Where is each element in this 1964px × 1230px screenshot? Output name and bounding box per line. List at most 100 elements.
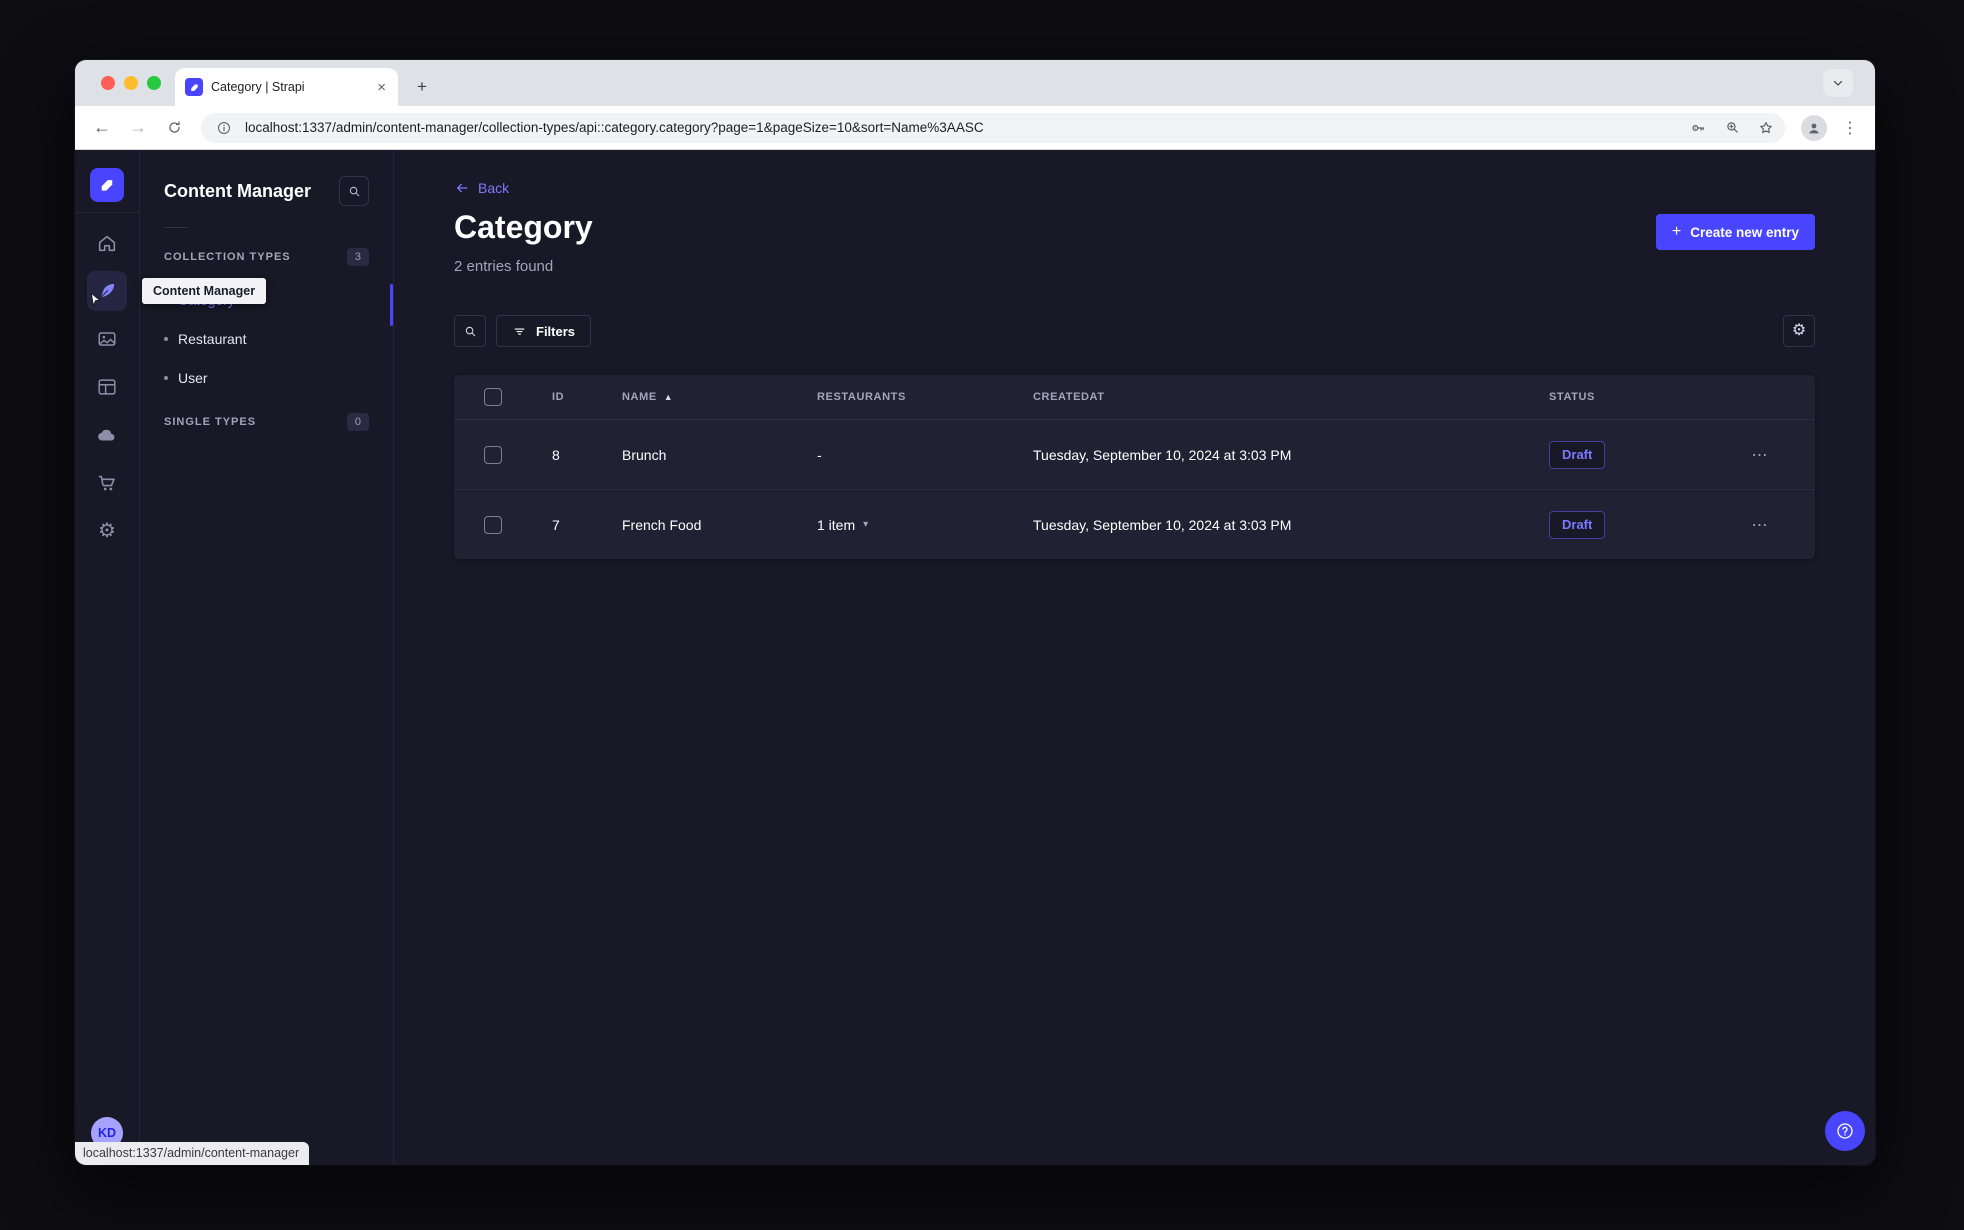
browser-menu-button[interactable]: ⋮ [1837, 118, 1863, 138]
column-header-createdat[interactable]: CREATEDAT [1013, 391, 1529, 403]
strapi-app: ⚙ KD Content Manager COLLECTION TYPES 3 [75, 150, 1875, 1165]
gear-icon: ⚙ [98, 520, 116, 542]
arrow-left-icon [457, 183, 468, 193]
strapi-logo[interactable] [90, 168, 124, 202]
nav-cloud-button[interactable] [87, 415, 127, 455]
row-actions-button[interactable]: ⋯ [1705, 515, 1815, 535]
back-label: Back [478, 180, 510, 196]
nav-marketplace-button[interactable] [87, 463, 127, 503]
tab-title: Category | Strapi [211, 80, 305, 94]
table-row[interactable]: 8 Brunch - Tuesday, September 10, 2024 a… [454, 419, 1815, 489]
help-button[interactable] [1825, 1111, 1865, 1151]
nav-tooltip: Content Manager [142, 278, 267, 304]
tab-strip: Category | Strapi × + [75, 60, 1875, 106]
cell-createdat: Tuesday, September 10, 2024 at 3:03 PM [1033, 516, 1292, 533]
zoom-window-button[interactable] [147, 76, 161, 90]
home-icon [98, 235, 116, 252]
url-bar[interactable]: localhost:1337/admin/content-manager/col… [201, 112, 1785, 143]
tab-search-button[interactable] [1823, 69, 1853, 97]
reload-icon [168, 121, 180, 133]
gear-icon: ⚙ [1791, 322, 1807, 339]
entries-table: ID NAME ▲ RESTAURANTS CREATEDAT STATUS 8… [454, 375, 1815, 559]
nav-home-button[interactable] [87, 223, 127, 263]
sidebar-item-restaurant[interactable]: Restaurant [164, 319, 369, 358]
sort-ascending-icon: ▲ [663, 392, 674, 402]
row-checkbox[interactable] [484, 515, 502, 534]
plus-icon: + [1671, 223, 1682, 240]
search-icon [349, 186, 359, 196]
nav-media-library-button[interactable] [87, 319, 127, 359]
url-text[interactable]: localhost:1337/admin/content-manager/col… [245, 120, 1677, 135]
bullet-icon [164, 375, 168, 380]
entries-count: 2 entries found [454, 258, 554, 275]
new-tab-button[interactable]: + [408, 73, 436, 101]
subnav-search-button[interactable] [339, 176, 369, 206]
content-type-builder-icon [98, 379, 116, 395]
select-all-checkbox[interactable] [484, 388, 502, 406]
sidebar-item-user[interactable]: User [164, 358, 369, 397]
sidebar-item-label: Restaurant [178, 330, 247, 347]
create-new-entry-label: Create new entry [1690, 224, 1799, 240]
table-action-bar: Filters ⚙ [454, 315, 1815, 347]
back-button[interactable]: ← [87, 113, 117, 143]
site-info-icon[interactable] [211, 115, 237, 141]
cell-id: 7 [552, 516, 560, 533]
profile-icon [1809, 123, 1819, 133]
question-mark-icon [1837, 1123, 1853, 1139]
browser-toolbar: ← → localhost:1337/admin/content-manager… [75, 106, 1875, 150]
zoom-page-icon[interactable] [1719, 115, 1745, 141]
close-window-button[interactable] [101, 76, 115, 90]
password-manager-icon[interactable] [1685, 115, 1711, 141]
collection-types-label: COLLECTION TYPES [164, 251, 291, 263]
back-link[interactable]: Back [454, 180, 1815, 196]
create-new-entry-button[interactable]: + Create new entry [1655, 214, 1815, 250]
strapi-logo-icon [101, 180, 113, 191]
mouse-cursor-icon [87, 291, 104, 313]
table-search-button[interactable] [454, 315, 486, 347]
table-row[interactable]: 7 French Food 1 item ▾ Tuesday, Septembe… [454, 489, 1815, 559]
reload-button[interactable] [159, 113, 189, 143]
column-header-name[interactable]: NAME ▲ [602, 391, 797, 403]
status-badge: Draft [1549, 510, 1606, 539]
link-preview-status: localhost:1337/admin/content-manager [75, 1142, 310, 1165]
row-checkbox[interactable] [484, 445, 502, 464]
subnav-divider [164, 227, 188, 228]
collection-types-count-badge: 3 [346, 248, 369, 266]
sidebar-item-label: User [178, 369, 208, 386]
filter-icon [514, 327, 525, 335]
nav-settings-button[interactable]: ⚙ [87, 511, 127, 551]
chevron-down-icon [1833, 80, 1843, 86]
window-controls [101, 76, 161, 90]
bookmark-star-icon[interactable] [1753, 115, 1779, 141]
table-header-row: ID NAME ▲ RESTAURANTS CREATEDAT STATUS [454, 375, 1815, 419]
shopping-cart-icon [98, 475, 115, 491]
cell-name: Brunch [622, 446, 667, 463]
single-types-label: SINGLE TYPES [164, 416, 257, 428]
cell-restaurants: - [817, 446, 822, 463]
browser-window: Category | Strapi × + ← → localhost:1337… [75, 60, 1875, 1165]
nav-content-type-builder-button[interactable] [87, 367, 127, 407]
row-actions-button[interactable]: ⋯ [1705, 445, 1815, 465]
tab-close-icon[interactable]: × [375, 79, 388, 96]
cell-id: 8 [552, 446, 560, 463]
minimize-window-button[interactable] [124, 76, 138, 90]
rail-divider [75, 212, 139, 213]
cell-restaurants[interactable]: 1 item ▾ [797, 517, 1013, 533]
filters-label: Filters [536, 323, 576, 339]
column-header-restaurants[interactable]: RESTAURANTS [797, 391, 1013, 403]
cell-name: French Food [622, 516, 702, 533]
column-header-id[interactable]: ID [532, 391, 602, 403]
cell-createdat: Tuesday, September 10, 2024 at 3:03 PM [1033, 446, 1292, 463]
view-settings-button[interactable]: ⚙ [1783, 315, 1815, 347]
filters-button[interactable]: Filters [496, 315, 592, 347]
nav-content-manager-button[interactable] [87, 271, 127, 311]
browser-tab[interactable]: Category | Strapi × [175, 68, 398, 106]
subnav-title: Content Manager [164, 180, 312, 201]
main-content: Back Category + Create new entry 2 entri… [394, 150, 1875, 1165]
column-header-status[interactable]: STATUS [1529, 391, 1705, 403]
forward-button[interactable]: → [123, 113, 153, 143]
cloud-icon [98, 429, 115, 441]
media-library-icon [98, 332, 116, 346]
browser-profile-button[interactable] [1801, 114, 1827, 141]
active-item-indicator [390, 284, 393, 326]
